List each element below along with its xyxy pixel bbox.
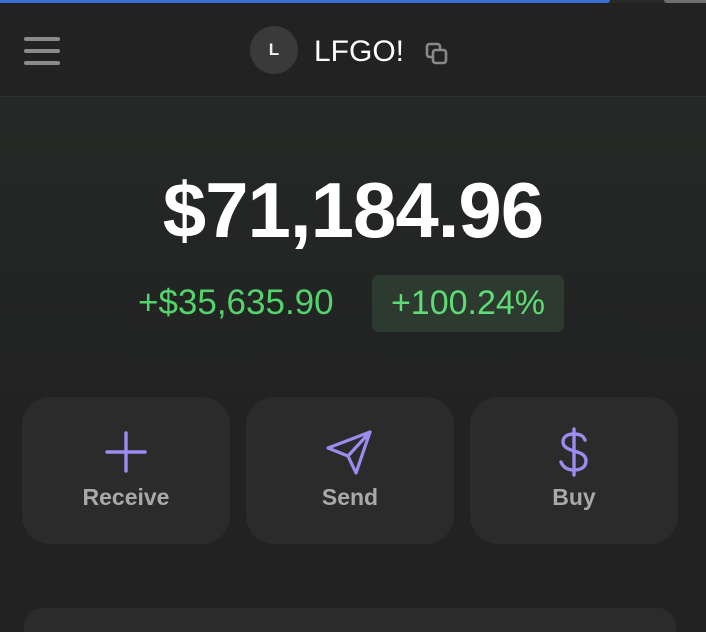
- paper-plane-icon: [322, 427, 378, 477]
- plus-icon: [98, 427, 154, 477]
- dollar-icon: [546, 427, 602, 477]
- portfolio-balance: $71,184.96: [162, 166, 544, 254]
- account-name[interactable]: LFGO!: [314, 34, 404, 70]
- buy-label: Buy: [552, 484, 596, 510]
- portfolio-change-percent-badge: +100.24%: [372, 275, 564, 332]
- portfolio-change-amount: +$35,635.90: [138, 283, 334, 322]
- receive-label: Receive: [82, 484, 170, 510]
- hamburger-menu-icon[interactable]: [22, 35, 62, 69]
- copy-icon[interactable]: [424, 41, 450, 67]
- wallet-home-screen: L LFGO! $71,184.96 +$35,635.90 +100.24% …: [0, 0, 706, 632]
- menu-line: [24, 61, 60, 65]
- asset-list-card: [24, 608, 676, 632]
- buy-button[interactable]: Buy: [470, 397, 678, 544]
- menu-line: [24, 37, 60, 41]
- send-label: Send: [321, 484, 379, 510]
- account-avatar[interactable]: L: [250, 26, 298, 74]
- send-button[interactable]: Send: [246, 397, 454, 544]
- receive-button[interactable]: Receive: [22, 397, 230, 544]
- header: L LFGO!: [0, 3, 706, 97]
- menu-line: [24, 49, 60, 53]
